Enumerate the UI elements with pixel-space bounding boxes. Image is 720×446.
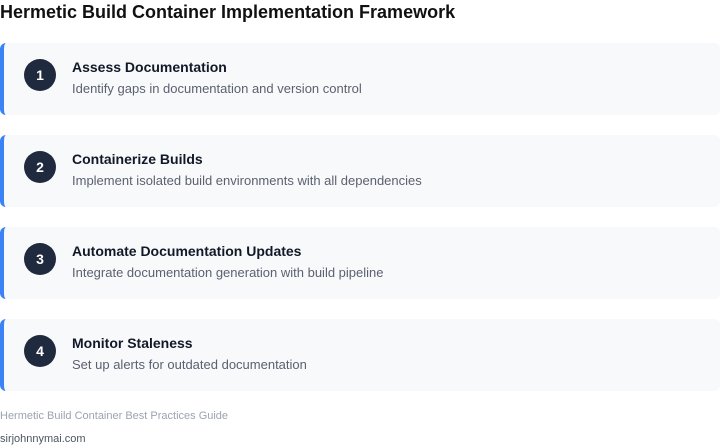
steps-list: 1 Assess Documentation Identify gaps in … [0, 43, 720, 411]
step-description: Implement isolated build environments wi… [72, 173, 422, 188]
step-number-badge: 3 [24, 243, 56, 275]
step-number-badge: 2 [24, 151, 56, 183]
step-title: Monitor Staleness [72, 335, 193, 351]
step-number-badge: 1 [24, 59, 56, 91]
step-number-badge: 4 [24, 335, 56, 367]
step-description: Identify gaps in documentation and versi… [72, 81, 362, 96]
step-card-monitor: 4 Monitor Staleness Set up alerts for ou… [0, 319, 720, 391]
step-title: Assess Documentation [72, 59, 227, 75]
step-card-containerize: 2 Containerize Builds Implement isolated… [0, 135, 720, 207]
step-card-assess: 1 Assess Documentation Identify gaps in … [0, 43, 720, 115]
footer-note: Hermetic Build Container Best Practices … [0, 410, 229, 422]
step-description: Set up alerts for outdated documentation [72, 357, 307, 372]
step-title: Containerize Builds [72, 151, 203, 167]
step-title: Automate Documentation Updates [72, 243, 302, 259]
footer-site-link[interactable]: sirjohnnymai.com [0, 432, 86, 446]
step-description: Integrate documentation generation with … [72, 265, 384, 280]
step-card-automate: 3 Automate Documentation Updates Integra… [0, 227, 720, 299]
page-title: Hermetic Build Container Implementation … [0, 2, 456, 22]
